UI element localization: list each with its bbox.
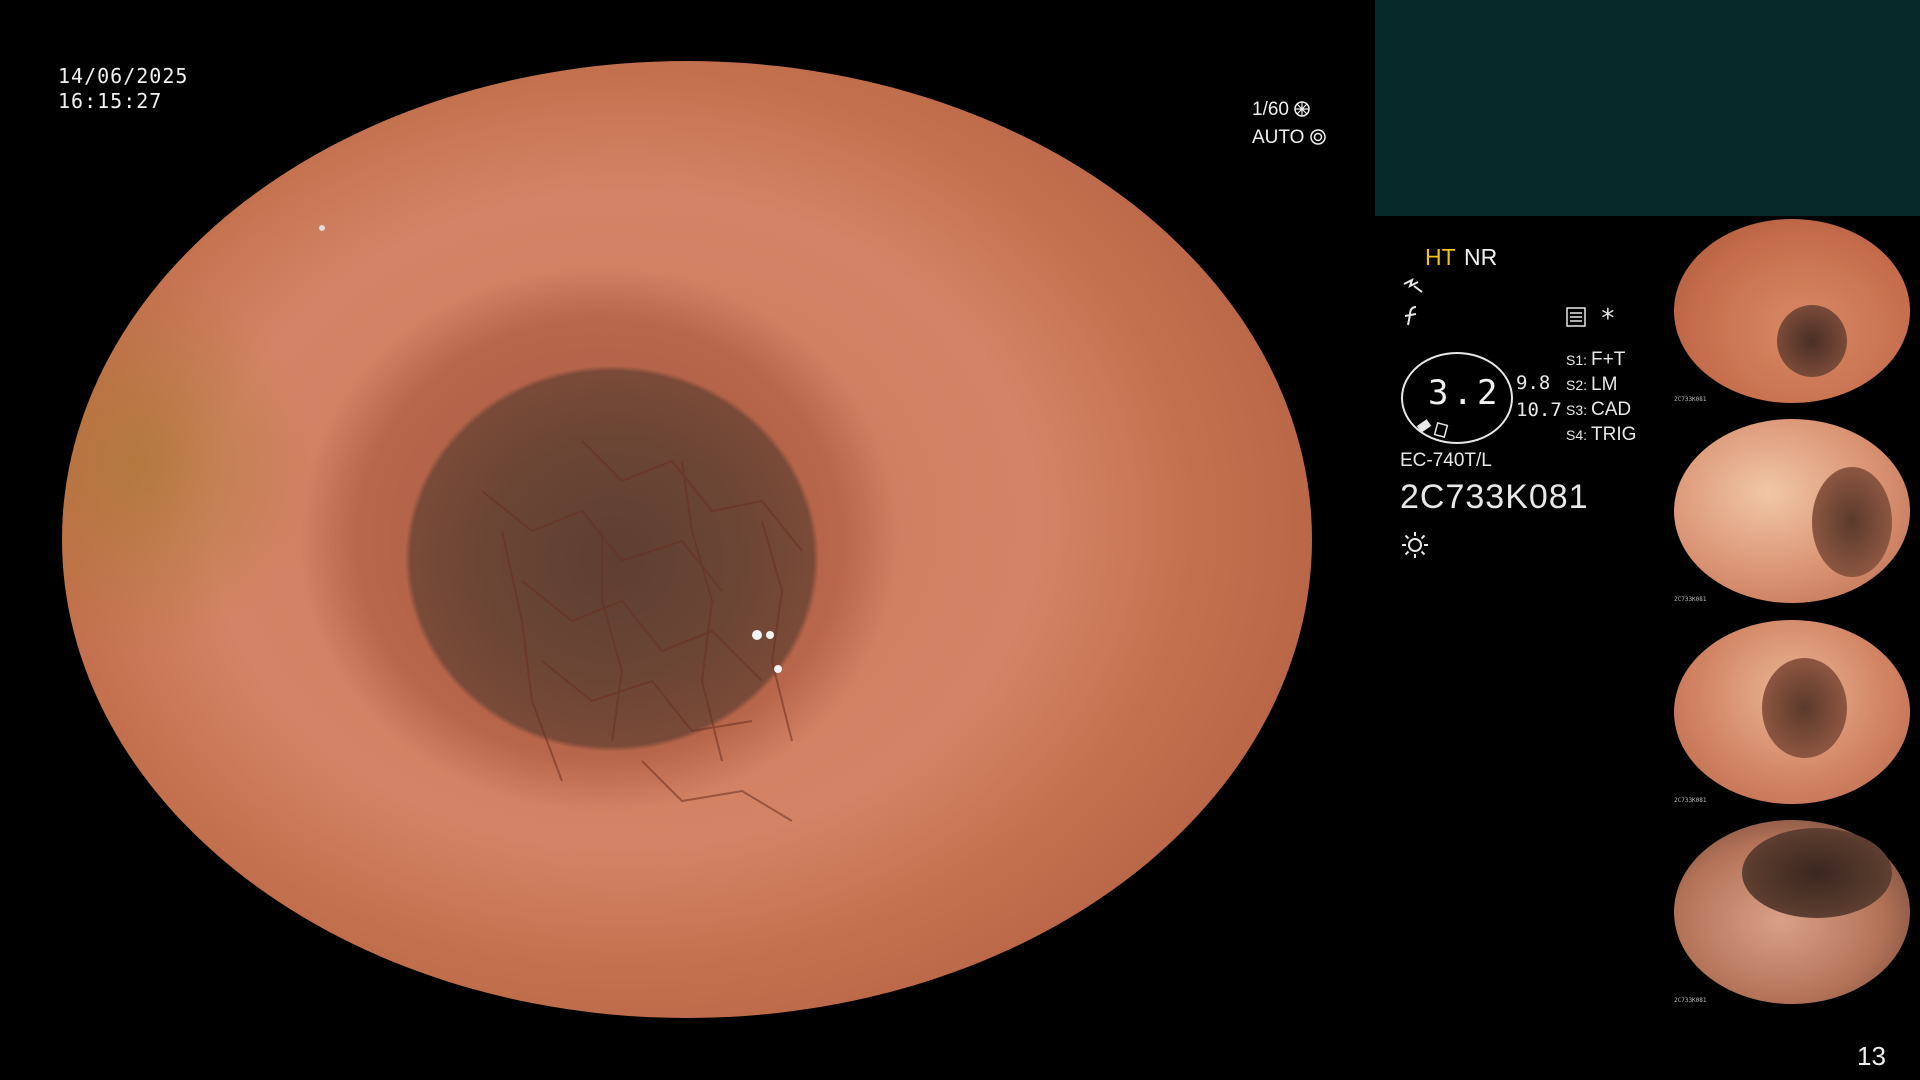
enhance-icon — [1402, 276, 1426, 302]
view-mask-top — [0, 0, 1375, 61]
switch-value: LM — [1591, 374, 1618, 395]
iris-icon — [1309, 129, 1326, 145]
switch-row: S4: TRIG — [1566, 424, 1636, 446]
endoscopic-image — [62, 61, 1312, 1018]
thumbnail-caption: 2C733K081 — [1674, 797, 1707, 804]
switch-value: F+T — [1591, 349, 1626, 370]
f-curve-icon — [1402, 305, 1424, 333]
switch-key: S1: — [1566, 352, 1588, 368]
thumbnail-image[interactable]: 2C733K081 — [1672, 618, 1920, 806]
memory-icon — [1565, 306, 1587, 332]
thumbnail-image[interactable]: 2C733K081 — [1672, 417, 1920, 605]
thumbnail-caption: 2C733K081 — [1674, 596, 1707, 603]
switch-key: S2: — [1566, 377, 1588, 393]
info-panel — [1375, 0, 1920, 216]
scope-model: EC-740T/L — [1400, 450, 1492, 471]
thumbnail-caption: 2C733K081 — [1674, 396, 1707, 403]
scope-serial: 2C733K081 — [1400, 478, 1589, 516]
ht-indicator: HT — [1425, 244, 1456, 270]
nr-indicator: NR — [1464, 244, 1498, 270]
thumbnail-image[interactable]: 2C733K081 — [1672, 818, 1920, 1006]
switch-row: S3: CAD — [1566, 399, 1631, 421]
thumbnail-lumen — [1762, 658, 1847, 758]
switch-key: S3: — [1566, 402, 1588, 418]
aperture-icon — [1294, 101, 1311, 117]
switch-row: S1: F+T — [1566, 349, 1625, 371]
exposure-mode: AUTO — [1252, 127, 1326, 149]
sun-icon — [1400, 530, 1430, 564]
shutter-value: 1/60 — [1252, 99, 1289, 120]
asterisk-indicator: * — [1600, 304, 1616, 334]
date-display: 14/06/2025 — [58, 64, 189, 88]
page-number: 13 — [1857, 1041, 1886, 1071]
thumbnail-caption: 2C733K081 — [1674, 997, 1707, 1004]
switch-value: CAD — [1591, 399, 1632, 420]
thumbnail-lumen — [1742, 828, 1892, 918]
dial-marker-icon — [1416, 418, 1456, 442]
switch-value: TRIG — [1591, 424, 1637, 445]
thumbnail-image[interactable]: 2C733K081 — [1672, 217, 1920, 405]
thumbnail-lumen — [1812, 467, 1892, 577]
switch-row: S2: LM — [1566, 374, 1617, 396]
zoom-value: 3.2 — [1428, 373, 1502, 413]
vessel-pattern — [319, 225, 803, 822]
switch-key: S4: — [1566, 427, 1588, 443]
time-display: 16:15:27 — [58, 89, 163, 113]
view-mask-bottom — [0, 1018, 1375, 1080]
value-b: 10.7 — [1516, 399, 1562, 421]
shutter-speed: 1/60 — [1252, 99, 1311, 121]
exposure-mode-label: AUTO — [1252, 127, 1305, 148]
value-a: 9.8 — [1516, 372, 1551, 394]
thumbnail-lumen — [1777, 305, 1847, 377]
